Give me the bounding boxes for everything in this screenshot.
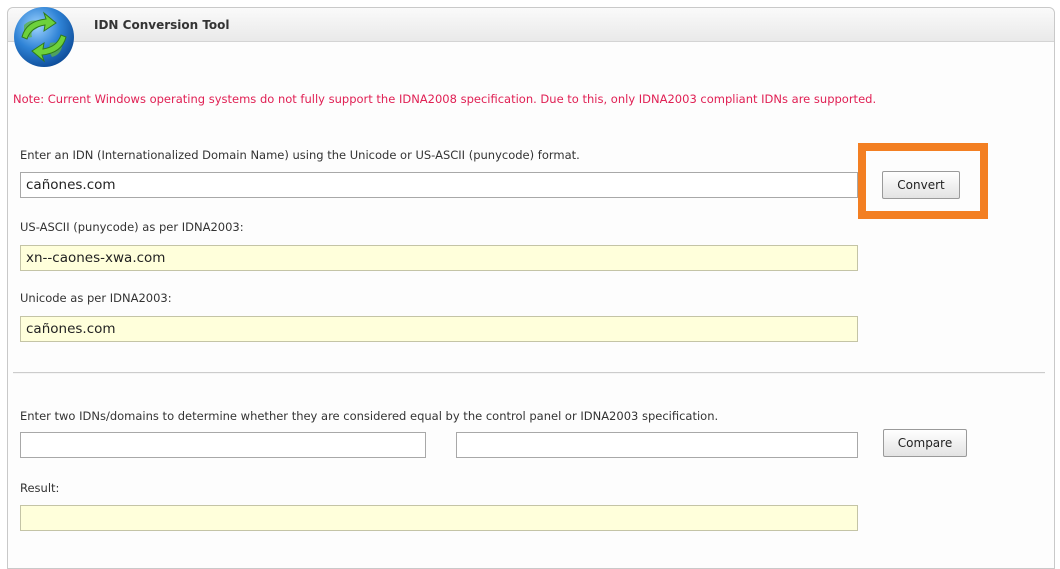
globe-refresh-icon	[14, 7, 74, 67]
unicode-result-field[interactable]: cañones.com	[20, 316, 858, 342]
idn-input-field[interactable]: cañones.com	[20, 172, 858, 198]
convert-highlight-box	[858, 143, 988, 219]
punycode-result-field[interactable]: xn--caones-xwa.com	[20, 245, 858, 271]
result-label: Result:	[20, 481, 60, 495]
section-divider	[13, 372, 1045, 374]
unicode-label: Unicode as per IDNA2003:	[20, 291, 172, 305]
panel-header: IDN Conversion Tool	[8, 8, 1054, 42]
compare-instructions-label: Enter two IDNs/domains to determine whet…	[20, 409, 719, 423]
compare-button[interactable]: Compare	[883, 429, 967, 457]
panel-title: IDN Conversion Tool	[94, 18, 230, 32]
compare-second-input[interactable]	[456, 432, 858, 458]
compare-first-input[interactable]	[20, 432, 426, 458]
idna-support-note: Note: Current Windows operating systems …	[13, 92, 877, 106]
compare-result-field[interactable]	[20, 505, 858, 531]
idn-input-label: Enter an IDN (Internationalized Domain N…	[20, 148, 580, 162]
punycode-label: US-ASCII (punycode) as per IDNA2003:	[20, 220, 244, 234]
